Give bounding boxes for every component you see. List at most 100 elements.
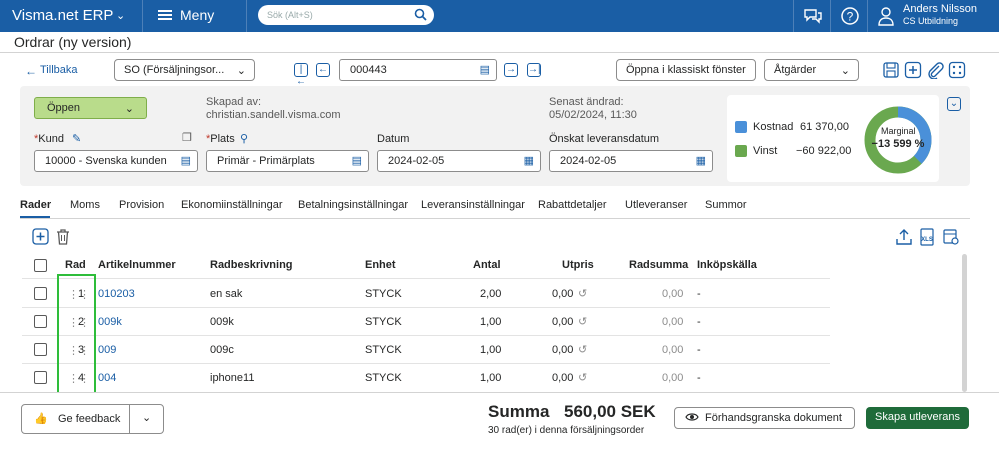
row-unit-price[interactable]: 0,00 (552, 316, 573, 328)
location-pin-icon[interactable]: ⚲ (240, 132, 248, 145)
price-reset-icon[interactable]: ↺ (578, 287, 587, 300)
preview-document-button[interactable]: Förhandsgranska dokument (674, 407, 855, 429)
row-checkbox[interactable] (34, 315, 47, 328)
lookup-icon[interactable]: ▤ (352, 154, 362, 167)
grid-menu-icon[interactable] (948, 61, 966, 82)
open-classic-button[interactable]: Öppna i klassiskt fönster (616, 59, 756, 81)
article-number-link[interactable]: 009 (98, 344, 116, 356)
row-source[interactable]: - (697, 344, 701, 356)
row-unit-price[interactable]: 0,00 (552, 344, 573, 356)
actions-dropdown[interactable]: Åtgärder ⌄ (764, 59, 859, 81)
column-settings-icon[interactable] (942, 228, 960, 249)
select-all-checkbox[interactable] (34, 259, 47, 272)
customer-field[interactable]: 10000 - Svenska kunden ▤ (34, 150, 198, 172)
user-icon[interactable] (877, 6, 895, 29)
user-name[interactable]: Anders Nilsson (903, 3, 977, 15)
vertical-scrollbar[interactable] (962, 254, 967, 392)
order-number-field[interactable]: 000443 ▤ (339, 59, 497, 81)
row-unit[interactable]: STYCK (365, 372, 402, 384)
calendar-icon[interactable]: ▦ (524, 154, 534, 167)
article-number-link[interactable]: 009k (98, 316, 122, 328)
row-unit[interactable]: STYCK (365, 344, 402, 356)
menu-button[interactable]: Meny (180, 7, 214, 23)
hamburger-icon[interactable] (158, 9, 172, 24)
column-header-rad[interactable]: Rad (65, 259, 86, 271)
price-reset-icon[interactable]: ↺ (578, 315, 587, 328)
tab-utleveranser[interactable]: Utleveranser (625, 199, 687, 211)
collapse-header-icon[interactable]: ⌄ (947, 97, 961, 111)
app-brand[interactable]: Visma.net ERP (12, 7, 113, 24)
tab-leveransinstallningar[interactable]: Leveransinställningar (421, 199, 525, 211)
search-icon[interactable] (414, 8, 427, 23)
column-header-radsumma[interactable]: Radsumma (629, 259, 688, 271)
arrow-left-icon[interactable]: ← (25, 64, 37, 78)
row-checkbox[interactable] (34, 343, 47, 356)
row-quantity[interactable]: 1,00 (480, 316, 501, 328)
chevron-down-icon[interactable]: ⌄ (142, 411, 151, 424)
article-number-link[interactable]: 010203 (98, 288, 135, 300)
article-number-link[interactable]: 004 (98, 372, 116, 384)
user-company[interactable]: CS Utbildning (903, 16, 958, 26)
status-dropdown[interactable]: Öppen ⌄ (34, 97, 147, 119)
create-delivery-button[interactable]: Skapa utleverans (866, 407, 969, 429)
tab-summor[interactable]: Summor (705, 199, 747, 211)
tab-betalningsinstallningar[interactable]: Betalningsinställningar (298, 199, 408, 211)
feedback-split-button[interactable]: 👍 Ge feedback ⌄ (21, 404, 164, 434)
add-row-icon[interactable] (32, 228, 49, 248)
tab-provision[interactable]: Provision (119, 199, 164, 211)
tab-rader[interactable]: Rader (20, 199, 51, 211)
row-quantity[interactable]: 1,00 (480, 344, 501, 356)
row-description[interactable]: iphone11 (210, 372, 254, 384)
tab-moms[interactable]: Moms (70, 199, 100, 211)
date-field[interactable]: 2024-02-05 ▦ (377, 150, 541, 172)
column-header-radbeskrivning[interactable]: Radbeskrivning (210, 259, 293, 271)
column-header-utpris[interactable]: Utpris (562, 259, 594, 271)
row-quantity[interactable]: 1,00 (480, 372, 501, 384)
row-checkbox[interactable] (34, 287, 47, 300)
trash-icon[interactable] (55, 228, 71, 248)
lookup-icon[interactable]: ▤ (181, 154, 191, 167)
first-record-icon[interactable]: |← (294, 63, 308, 87)
column-header-antal[interactable]: Antal (473, 259, 501, 271)
lookup-icon[interactable]: ▤ (480, 63, 490, 76)
row-checkbox[interactable] (34, 371, 47, 384)
excel-export-icon[interactable]: XLS (918, 228, 936, 249)
row-description[interactable]: en sak (210, 288, 242, 300)
save-icon[interactable] (882, 61, 900, 82)
requested-date-field[interactable]: 2024-02-05 ▦ (549, 150, 713, 172)
chat-icon[interactable] (803, 6, 823, 29)
row-unit-price[interactable]: 0,00 (552, 372, 573, 384)
row-unit[interactable]: STYCK (365, 316, 402, 328)
price-reset-icon[interactable]: ↺ (578, 371, 587, 384)
edit-icon[interactable]: ✎ (72, 132, 81, 145)
tab-rabattdetaljer[interactable]: Rabattdetaljer (538, 199, 607, 211)
column-header-inkopskalla[interactable]: Inköpskälla (697, 259, 757, 271)
back-link[interactable]: Tillbaka (40, 64, 78, 76)
attachment-icon[interactable] (926, 61, 944, 82)
row-source[interactable]: - (697, 372, 701, 384)
copy-icon[interactable]: ❐ (182, 131, 192, 144)
row-source[interactable]: - (697, 316, 701, 328)
add-icon[interactable] (904, 61, 922, 82)
location-value: Primär - Primärplats (217, 155, 315, 167)
next-record-icon[interactable]: → (504, 63, 518, 77)
order-type-select[interactable]: SO (Försäljningsor... ⌄ (114, 59, 255, 81)
prev-record-icon[interactable]: ← (316, 63, 330, 77)
column-header-enhet[interactable]: Enhet (365, 259, 396, 271)
row-unit-price[interactable]: 0,00 (552, 288, 573, 300)
search-input[interactable]: Sök (Alt+S) (258, 5, 434, 25)
chevron-down-icon[interactable]: ⌄ (116, 9, 125, 22)
last-record-icon[interactable]: →| (527, 63, 541, 77)
column-header-artikelnummer[interactable]: Artikelnummer (98, 259, 176, 271)
row-description[interactable]: 009c (210, 344, 234, 356)
row-quantity[interactable]: 2,00 (480, 288, 501, 300)
help-icon[interactable]: ? (840, 6, 860, 29)
upload-icon[interactable] (895, 228, 913, 249)
row-unit[interactable]: STYCK (365, 288, 402, 300)
row-source[interactable]: - (697, 288, 701, 300)
price-reset-icon[interactable]: ↺ (578, 343, 587, 356)
row-description[interactable]: 009k (210, 316, 234, 328)
calendar-icon[interactable]: ▦ (696, 154, 706, 167)
tab-ekonomiinstallningar[interactable]: Ekonomiinställningar (181, 199, 283, 211)
location-field[interactable]: Primär - Primärplats ▤ (206, 150, 369, 172)
